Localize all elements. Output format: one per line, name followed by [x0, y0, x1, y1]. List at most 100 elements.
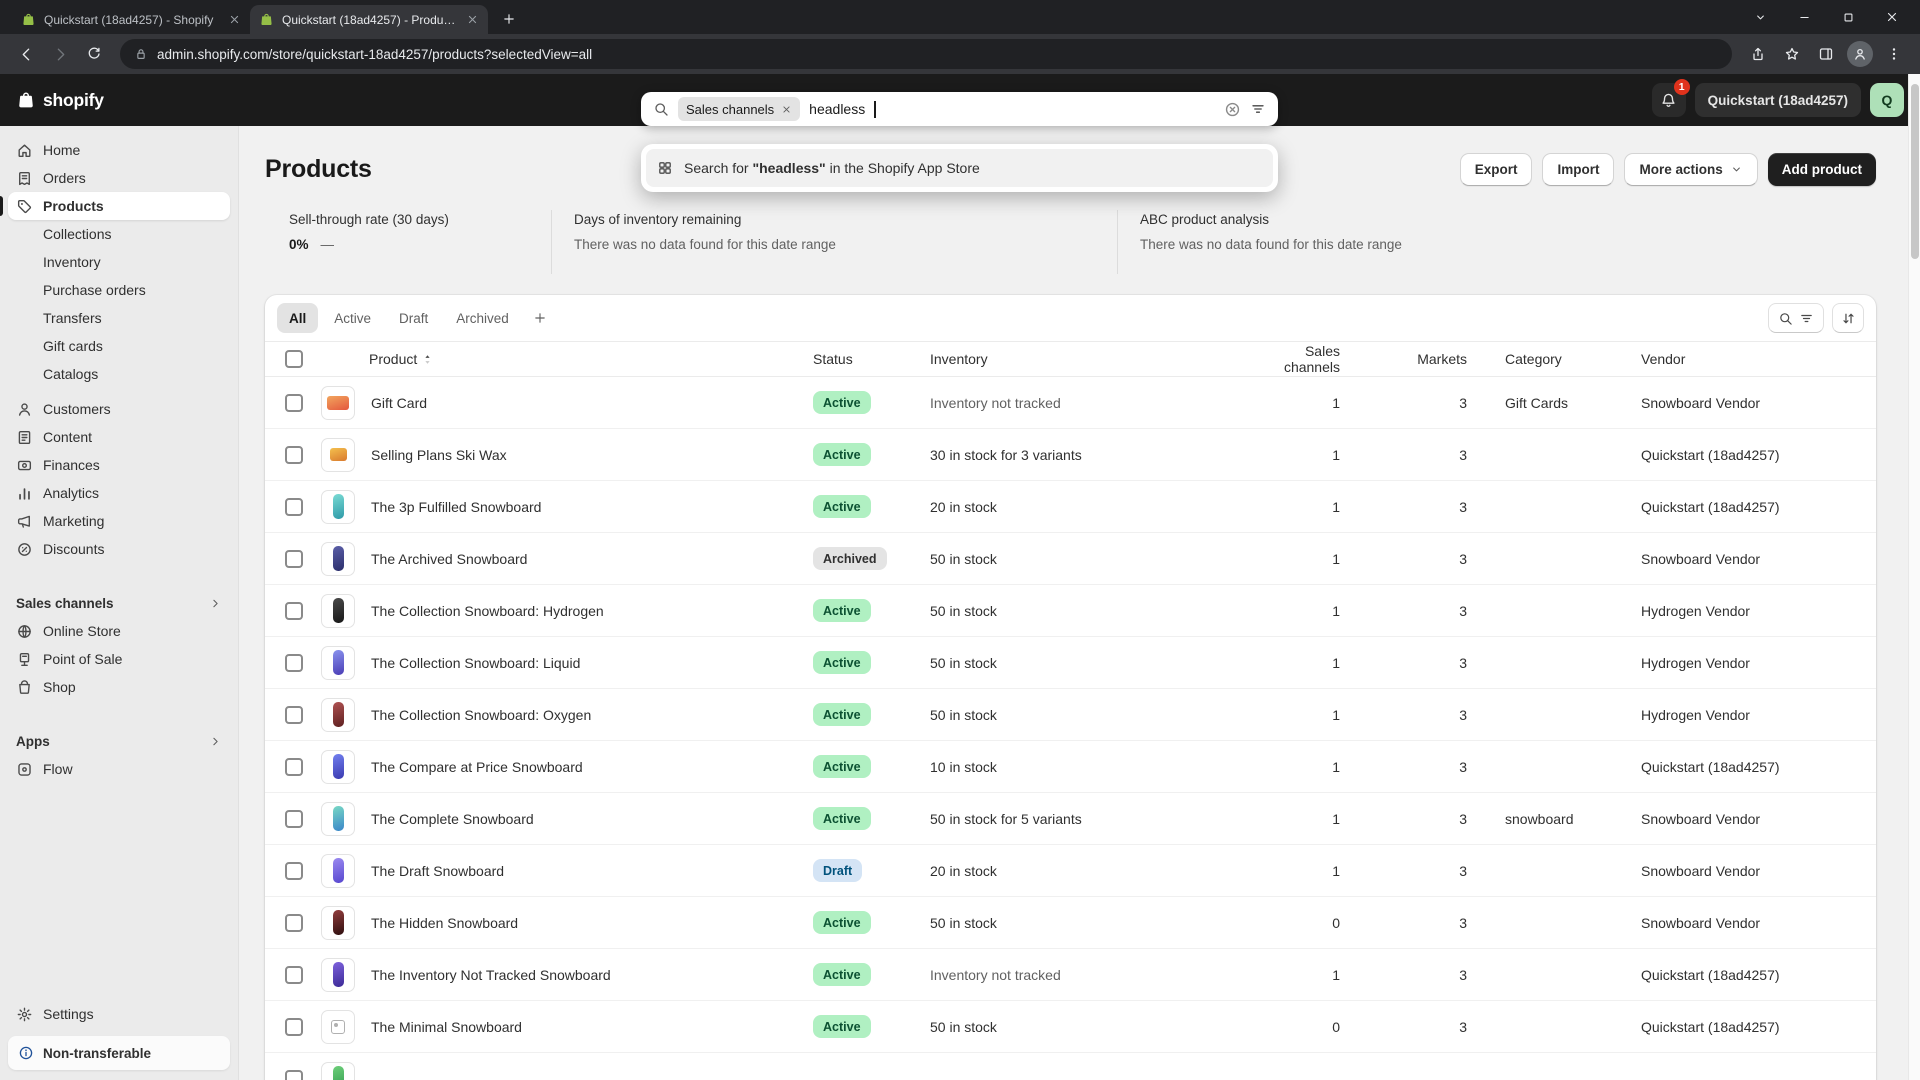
- sidebar-item-inventory[interactable]: Inventory: [8, 248, 230, 276]
- scrollbar-thumb[interactable]: [1911, 84, 1919, 259]
- column-header-vendor[interactable]: Vendor: [1641, 351, 1876, 367]
- browser-tab-1[interactable]: Quickstart (18ad4257) - Shopify: [12, 5, 250, 34]
- sort-button[interactable]: [1832, 303, 1864, 333]
- row-checkbox[interactable]: [285, 966, 303, 984]
- row-checkbox[interactable]: [285, 1018, 303, 1036]
- sidebar-item-transfers[interactable]: Transfers: [8, 304, 230, 332]
- row-checkbox[interactable]: [285, 1070, 303, 1080]
- address-bar[interactable]: admin.shopify.com/store/quickstart-18ad4…: [120, 39, 1732, 69]
- product-name-link[interactable]: The Complete Snowboard: [371, 811, 534, 827]
- row-checkbox[interactable]: [285, 446, 303, 464]
- window-close-button[interactable]: [1870, 0, 1914, 34]
- product-name-link[interactable]: The Minimal Snowboard: [371, 1019, 522, 1035]
- table-row[interactable]: The Minimal Snowboard Active 50 in stock…: [265, 1001, 1876, 1053]
- sidebar-item-content[interactable]: Content: [8, 423, 230, 451]
- row-checkbox[interactable]: [285, 498, 303, 516]
- export-button[interactable]: Export: [1460, 153, 1533, 186]
- search-filter-icon[interactable]: [1250, 101, 1266, 117]
- product-name-link[interactable]: The Collection Snowboard: Oxygen: [371, 707, 591, 723]
- table-row[interactable]: The Collection Snowboard: Liquid Active …: [265, 637, 1876, 689]
- row-checkbox[interactable]: [285, 706, 303, 724]
- sidebar-item-home[interactable]: Home: [8, 136, 230, 164]
- close-tab-icon[interactable]: [228, 13, 241, 26]
- row-checkbox[interactable]: [285, 810, 303, 828]
- sidebar-section-apps[interactable]: Apps: [8, 727, 230, 755]
- sidebar-item-finances[interactable]: Finances: [8, 451, 230, 479]
- row-checkbox[interactable]: [285, 602, 303, 620]
- sidebar-item-point-of-sale[interactable]: Point of Sale: [8, 645, 230, 673]
- page-scrollbar[interactable]: [1908, 74, 1920, 1080]
- product-name-link[interactable]: Selling Plans Ski Wax: [371, 447, 507, 463]
- table-row[interactable]: The 3p Fulfilled Snowboard Active 20 in …: [265, 481, 1876, 533]
- add-view-button[interactable]: [525, 303, 555, 333]
- product-name-link[interactable]: The Collection Snowboard: Liquid: [371, 655, 580, 671]
- sidebar-item-customers[interactable]: Customers: [8, 395, 230, 423]
- table-row[interactable]: Gift Card Active Inventory not tracked 1…: [265, 377, 1876, 429]
- window-maximize-button[interactable]: [1826, 0, 1870, 34]
- table-row[interactable]: The Complete Snowboard Active 50 in stoc…: [265, 793, 1876, 845]
- global-search-input[interactable]: Sales channels headless: [641, 92, 1278, 126]
- product-name-link[interactable]: The Draft Snowboard: [371, 863, 504, 879]
- side-panel-button[interactable]: [1810, 38, 1842, 70]
- view-tab-active[interactable]: Active: [322, 303, 383, 333]
- browser-profile-avatar[interactable]: [1847, 41, 1873, 67]
- table-row[interactable]: The Draft Snowboard Draft 20 in stock 1 …: [265, 845, 1876, 897]
- sidebar-item-purchase-orders[interactable]: Purchase orders: [8, 276, 230, 304]
- plan-badge[interactable]: Non-transferable: [8, 1036, 230, 1070]
- sidebar-item-collections[interactable]: Collections: [8, 220, 230, 248]
- store-menu-button[interactable]: Quickstart (18ad4257): [1695, 83, 1861, 117]
- row-checkbox[interactable]: [285, 758, 303, 776]
- column-header-category[interactable]: Category: [1505, 351, 1641, 367]
- view-tab-draft[interactable]: Draft: [387, 303, 440, 333]
- product-name-link[interactable]: The Hidden Snowboard: [371, 915, 518, 931]
- table-row[interactable]: [265, 1053, 1876, 1080]
- notifications-button[interactable]: 1: [1652, 83, 1686, 117]
- column-header-status[interactable]: Status: [813, 351, 930, 367]
- browser-menu-button[interactable]: [1878, 38, 1910, 70]
- more-actions-button[interactable]: More actions: [1624, 153, 1757, 186]
- table-row[interactable]: The Collection Snowboard: Oxygen Active …: [265, 689, 1876, 741]
- product-name-link[interactable]: Gift Card: [371, 395, 427, 411]
- sidebar-section-sales-channels[interactable]: Sales channels: [8, 589, 230, 617]
- window-minimize-button[interactable]: [1782, 0, 1826, 34]
- sidebar-item-discounts[interactable]: Discounts: [8, 535, 230, 563]
- sidebar-item-shop[interactable]: Shop: [8, 673, 230, 701]
- column-header-markets[interactable]: Markets: [1340, 351, 1505, 367]
- sidebar-item-settings[interactable]: Settings: [8, 1000, 230, 1028]
- clear-search-icon[interactable]: [1224, 101, 1241, 118]
- product-name-link[interactable]: The Archived Snowboard: [371, 551, 527, 567]
- chip-remove-icon[interactable]: [781, 104, 792, 115]
- app-store-suggestion[interactable]: Search for "headless" in the Shopify App…: [646, 149, 1273, 187]
- column-header-inventory[interactable]: Inventory: [930, 351, 1255, 367]
- table-row[interactable]: The Collection Snowboard: Hydrogen Activ…: [265, 585, 1876, 637]
- browser-back-button[interactable]: [10, 38, 42, 70]
- shopify-logo[interactable]: shopify: [16, 90, 104, 111]
- sidebar-item-flow[interactable]: Flow: [8, 755, 230, 783]
- sidebar-item-orders[interactable]: Orders: [8, 164, 230, 192]
- browser-reload-button[interactable]: [78, 38, 110, 70]
- view-tab-archived[interactable]: Archived: [444, 303, 521, 333]
- import-button[interactable]: Import: [1542, 153, 1614, 186]
- share-button[interactable]: [1742, 38, 1774, 70]
- row-checkbox[interactable]: [285, 654, 303, 672]
- close-tab-icon[interactable]: [466, 13, 479, 26]
- product-name-link[interactable]: The Inventory Not Tracked Snowboard: [371, 967, 611, 983]
- product-name-link[interactable]: The Compare at Price Snowboard: [371, 759, 583, 775]
- sidebar-item-online-store[interactable]: Online Store: [8, 617, 230, 645]
- bookmark-button[interactable]: [1776, 38, 1808, 70]
- new-tab-button[interactable]: [495, 5, 523, 33]
- row-checkbox[interactable]: [285, 394, 303, 412]
- search-scope-chip[interactable]: Sales channels: [678, 97, 800, 121]
- table-row[interactable]: Selling Plans Ski Wax Active 30 in stock…: [265, 429, 1876, 481]
- sidebar-item-analytics[interactable]: Analytics: [8, 479, 230, 507]
- row-checkbox[interactable]: [285, 862, 303, 880]
- sidebar-item-gift-cards[interactable]: Gift cards: [8, 332, 230, 360]
- product-name-link[interactable]: The 3p Fulfilled Snowboard: [371, 499, 541, 515]
- column-header-product[interactable]: Product: [369, 351, 417, 367]
- table-row[interactable]: The Archived Snowboard Archived 50 in st…: [265, 533, 1876, 585]
- user-avatar[interactable]: Q: [1870, 83, 1904, 117]
- row-checkbox[interactable]: [285, 914, 303, 932]
- view-tab-all[interactable]: All: [277, 303, 318, 333]
- column-header-sales-channels[interactable]: Sales channels: [1255, 343, 1340, 375]
- table-row[interactable]: The Inventory Not Tracked Snowboard Acti…: [265, 949, 1876, 1001]
